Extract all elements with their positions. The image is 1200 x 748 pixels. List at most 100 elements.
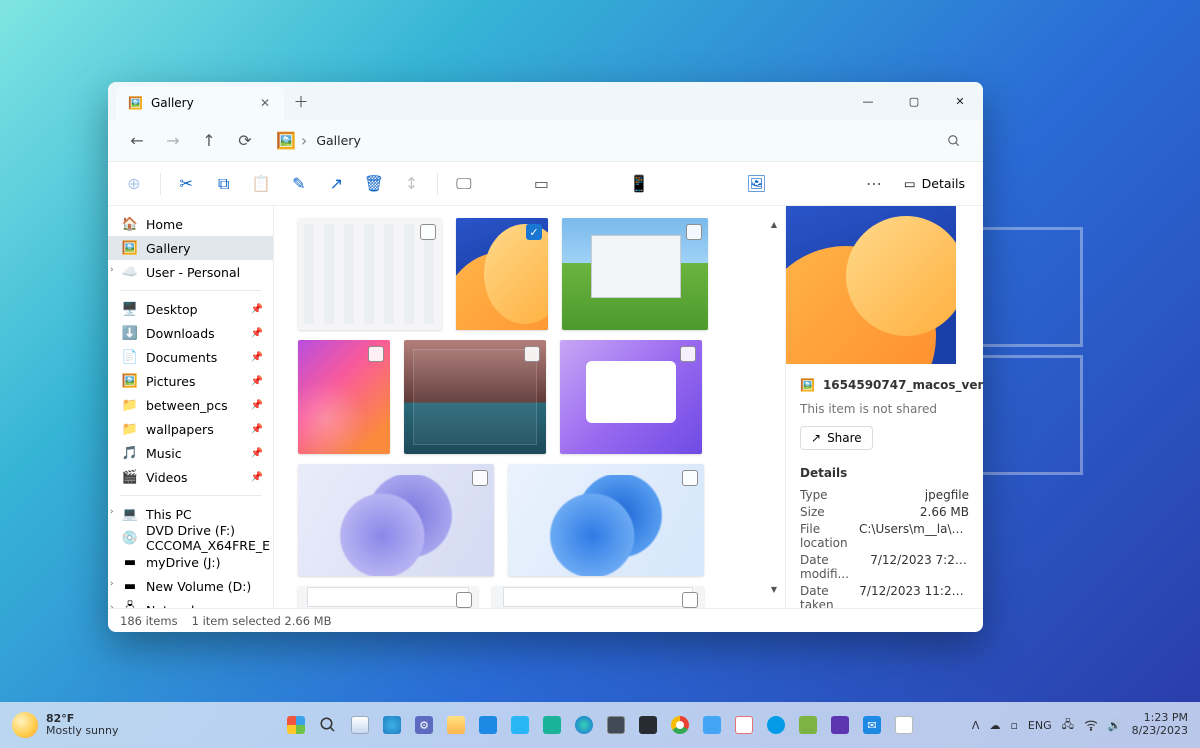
search-button[interactable]	[937, 125, 971, 157]
thumb-canyon[interactable]	[404, 340, 546, 454]
thumb-bloom-purple[interactable]	[298, 464, 494, 576]
rename-button[interactable]: ✎	[283, 167, 315, 201]
chevron-right-icon[interactable]: ›	[110, 265, 114, 275]
sidebar-item-pictures[interactable]: 🖼️Pictures📌	[108, 369, 273, 393]
new-item-button[interactable]: ⊕	[118, 167, 150, 201]
search-taskbar-icon[interactable]	[314, 711, 342, 739]
terminal-icon[interactable]	[634, 711, 662, 739]
sidebar-item-network[interactable]: ›🖧Network	[108, 598, 273, 608]
pin-icon: 📌	[251, 352, 263, 363]
cut-button[interactable]: ✂	[170, 167, 202, 201]
sort-button[interactable]: ↕	[396, 167, 428, 201]
checkbox[interactable]	[420, 224, 436, 240]
share-button[interactable]: ↗	[321, 167, 353, 201]
teams-icon[interactable]	[762, 711, 790, 739]
thumb-macos-ventura-selected[interactable]: ✓	[456, 218, 548, 330]
minimize-button[interactable]: —	[845, 82, 891, 120]
set-background-button[interactable]: 🖼	[741, 167, 773, 201]
sidebar-item-gallery[interactable]: 🖼️Gallery	[108, 236, 273, 260]
phone-link-button[interactable]: 📱	[623, 167, 655, 201]
forward-button[interactable]: →	[156, 125, 190, 157]
onedrive-tray-icon[interactable]: ☁	[989, 719, 1000, 732]
scroll-down-icon[interactable]: ▼	[771, 585, 777, 594]
sidebar-item-home[interactable]: 🏠Home	[108, 212, 273, 236]
store-icon[interactable]	[602, 711, 630, 739]
close-window-button[interactable]: ✕	[937, 82, 983, 120]
new-tab-button[interactable]: ＋	[284, 82, 318, 120]
thumb-icons[interactable]	[560, 340, 702, 454]
mail-icon[interactable]: ✉	[858, 711, 886, 739]
calendar-icon[interactable]	[730, 711, 758, 739]
view-button-1[interactable]: 🖵	[448, 167, 480, 201]
app-icon-1[interactable]	[474, 711, 502, 739]
start-button[interactable]	[282, 711, 310, 739]
maximize-button[interactable]: ▢	[891, 82, 937, 120]
thumb-monterey[interactable]	[298, 340, 390, 454]
checkbox[interactable]	[524, 346, 540, 362]
settings-icon[interactable]: ⚙	[410, 711, 438, 739]
checkbox[interactable]	[456, 592, 472, 608]
sidebar-item-dvd-drive-f-cccoma-x64fre-e[interactable]: 💿DVD Drive (F:) CCCOMA_X64FRE_E	[108, 526, 273, 550]
paste-button[interactable]: 📋	[246, 167, 278, 201]
volume-tray-icon[interactable]: 🔊	[1108, 719, 1122, 732]
file-explorer-taskbar-icon[interactable]	[442, 711, 470, 739]
sidebar-item-music[interactable]: 🎵Music📌	[108, 441, 273, 465]
thumb-ss1[interactable]	[298, 586, 478, 608]
widgets-icon[interactable]	[378, 711, 406, 739]
checkbox[interactable]	[686, 224, 702, 240]
edge-icon[interactable]	[570, 711, 598, 739]
checkbox-checked[interactable]: ✓	[526, 224, 542, 240]
sidebar-item-documents[interactable]: 📄Documents📌	[108, 345, 273, 369]
photos-icon[interactable]	[698, 711, 726, 739]
tab-gallery[interactable]: 🖼️ Gallery ✕	[116, 86, 284, 120]
sidebar-item-wallpapers[interactable]: 📁wallpapers📌	[108, 417, 273, 441]
app-icon-4[interactable]	[794, 711, 822, 739]
view-button-2[interactable]: ▭	[526, 167, 558, 201]
language-indicator[interactable]: ENG	[1028, 719, 1052, 732]
app-icon-3[interactable]	[538, 711, 566, 739]
thumb-bloom-blue[interactable]	[508, 464, 704, 576]
checkbox[interactable]	[682, 592, 698, 608]
taskview-icon[interactable]	[346, 711, 374, 739]
sidebar-item-new-volume-d-[interactable]: ›▬New Volume (D:)	[108, 574, 273, 598]
chevron-right-icon[interactable]: ›	[110, 579, 114, 589]
details-pane-toggle[interactable]: ▭ Details	[896, 172, 973, 195]
checkbox[interactable]	[368, 346, 384, 362]
weather-widget[interactable]: 82°FMostly sunny	[0, 712, 130, 738]
delete-button[interactable]: 🗑	[358, 167, 390, 201]
sidebar-item-downloads[interactable]: ⬇️Downloads📌	[108, 321, 273, 345]
scroll-up-icon[interactable]: ▲	[771, 220, 777, 229]
sidebar-item-mydrive-j-[interactable]: ▬myDrive (J:)	[108, 550, 273, 574]
app-icon-2[interactable]	[506, 711, 534, 739]
sidebar-item-videos[interactable]: 🎬Videos📌	[108, 465, 273, 489]
close-tab-icon[interactable]: ✕	[260, 96, 270, 110]
tray-icon-1[interactable]: ▫	[1010, 719, 1017, 732]
checkbox[interactable]	[472, 470, 488, 486]
chevron-right-icon[interactable]: ›	[110, 603, 114, 608]
chrome-icon[interactable]	[666, 711, 694, 739]
checkbox[interactable]	[680, 346, 696, 362]
more-button[interactable]: ⋯	[858, 167, 890, 201]
app-icon-5[interactable]	[826, 711, 854, 739]
up-button[interactable]: ↑	[192, 125, 226, 157]
grid-icon[interactable]	[890, 711, 918, 739]
network-tray-icon[interactable]: 🖧	[1062, 716, 1074, 735]
wifi-tray-icon[interactable]	[1084, 718, 1098, 732]
sidebar-item-desktop[interactable]: 🖥️Desktop📌	[108, 297, 273, 321]
pin-icon: 📌	[251, 472, 263, 483]
chevron-right-icon[interactable]: ›	[110, 507, 114, 517]
share-button-preview[interactable]: ↗Share	[800, 426, 873, 450]
thumb-file-explorer[interactable]	[298, 218, 442, 330]
gallery-scrollbar[interactable]: ▲ ▼	[763, 206, 785, 608]
clock[interactable]: 1:23 PM 8/23/2023	[1132, 712, 1188, 737]
back-button[interactable]: ←	[120, 125, 154, 157]
breadcrumb[interactable]: Gallery	[312, 129, 365, 152]
copy-button[interactable]: ⧉	[208, 167, 240, 201]
chevron-up-icon[interactable]: ᐱ	[972, 719, 980, 732]
sidebar-item-between-pcs[interactable]: 📁between_pcs📌	[108, 393, 273, 417]
thumb-xp[interactable]	[562, 218, 708, 330]
checkbox[interactable]	[682, 470, 698, 486]
thumb-ss2[interactable]	[492, 586, 704, 608]
sidebar-item-user-personal[interactable]: ›☁️User - Personal	[108, 260, 273, 284]
refresh-button[interactable]: ⟳	[228, 125, 262, 157]
